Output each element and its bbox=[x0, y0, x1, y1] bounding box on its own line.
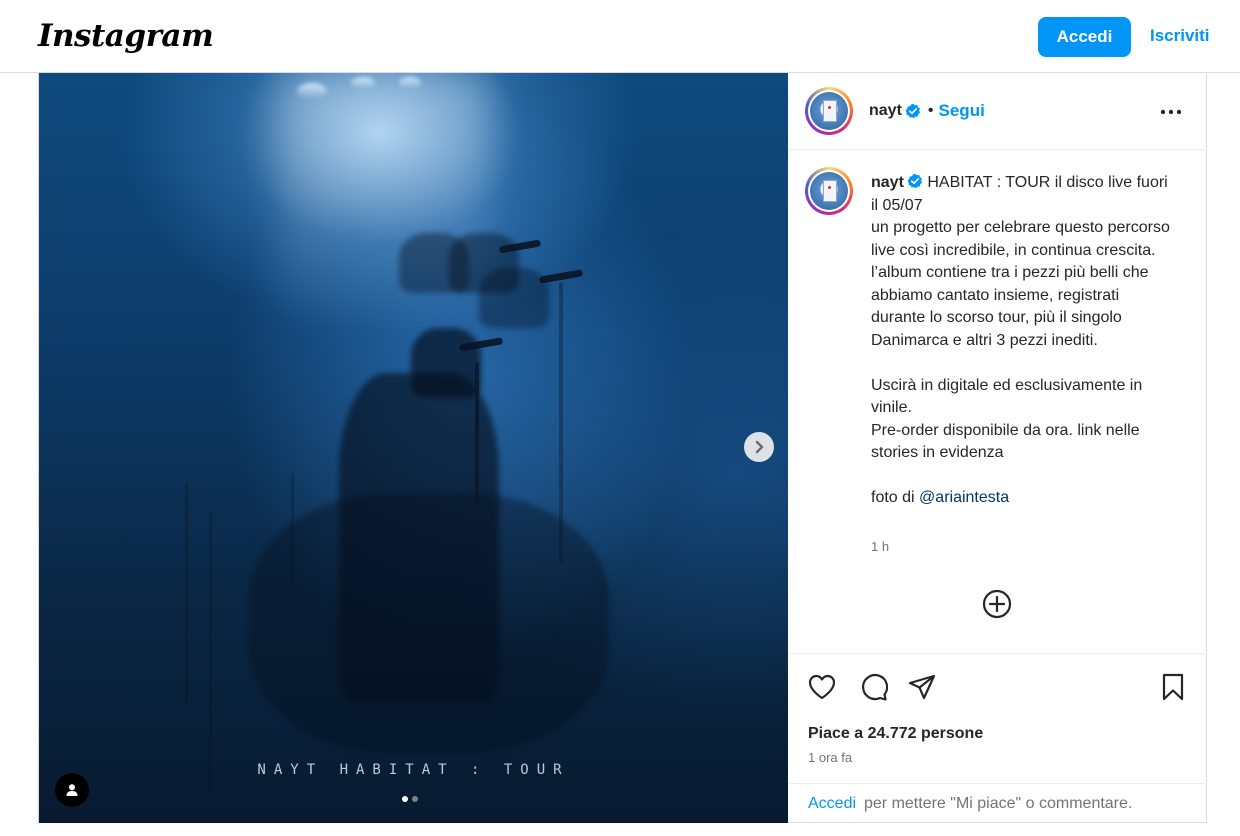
mic-stand bbox=[291, 473, 294, 613]
microphone bbox=[538, 269, 584, 284]
avatar-image bbox=[810, 92, 848, 130]
bookmark-icon[interactable] bbox=[1158, 672, 1188, 702]
instagram-logo[interactable]: Instagram bbox=[38, 18, 214, 54]
caption-section: nayt HABITAT : TOUR il disco live fuori … bbox=[788, 150, 1207, 653]
login-button[interactable]: Accedi bbox=[1038, 17, 1131, 57]
comment-login-link[interactable]: Accedi bbox=[808, 795, 856, 813]
author-username[interactable]: nayt bbox=[869, 102, 902, 120]
post-time-ago[interactable]: 1 ora fa bbox=[808, 750, 852, 765]
chevron-right-icon bbox=[755, 440, 764, 454]
performer-silhouette bbox=[479, 268, 549, 328]
carousel-indicator bbox=[402, 796, 418, 802]
caption-line: Uscirà in digitale ed esclusivamente in … bbox=[871, 376, 1143, 417]
avatar-image bbox=[810, 172, 848, 210]
credit-mention-link[interactable]: @ariaintesta bbox=[919, 489, 1009, 506]
caption-line: Pre-order disponibile da ora. link nelle… bbox=[871, 421, 1140, 462]
carousel-dot-active bbox=[402, 796, 408, 802]
next-slide-button[interactable] bbox=[744, 432, 774, 462]
likes-count[interactable]: Piace a 24.772 persone bbox=[808, 725, 983, 743]
light-ray bbox=[279, 73, 489, 333]
mic-stand bbox=[185, 483, 188, 703]
more-options-button[interactable] bbox=[1160, 101, 1182, 123]
more-horizontal-icon bbox=[1160, 109, 1182, 115]
top-navigation-bar: Instagram Accedi Iscriviti bbox=[0, 0, 1240, 73]
follow-button[interactable]: Segui bbox=[939, 101, 985, 121]
post-actions: Piace a 24.772 persone 1 ora fa bbox=[788, 653, 1207, 783]
separator-dot: • bbox=[927, 102, 934, 119]
post-side-panel: nayt • Segui nayt HABITAT: TOUR il disc… bbox=[788, 73, 1207, 823]
caption-username[interactable]: nayt bbox=[871, 174, 904, 191]
photo-credit: foto di @ariaintesta bbox=[871, 487, 1176, 510]
send-icon[interactable] bbox=[907, 672, 937, 702]
comment-prompt-text: per mettere "Mi piace" o commentare. bbox=[864, 795, 1133, 812]
verified-badge-icon bbox=[905, 103, 920, 119]
performer-shadow bbox=[249, 493, 609, 753]
caption-avatar[interactable] bbox=[805, 167, 853, 215]
circle-plus-icon bbox=[982, 589, 1012, 619]
tagged-users-button[interactable] bbox=[55, 773, 89, 807]
mic-stand bbox=[209, 513, 212, 793]
media-overlay-text: NAYT HABITAT : TOUR bbox=[257, 762, 570, 778]
caption-timestamp: 1 h bbox=[871, 539, 890, 554]
comment-icon[interactable] bbox=[858, 672, 888, 702]
carousel-dot bbox=[412, 796, 418, 802]
user-icon bbox=[66, 784, 78, 796]
mic-stand bbox=[475, 363, 479, 503]
mic-stand bbox=[559, 283, 563, 563]
heart-icon[interactable] bbox=[807, 672, 837, 702]
author-info: nayt • Segui bbox=[869, 101, 985, 121]
post-media[interactable]: NAYT HABITAT : TOUR bbox=[39, 73, 788, 823]
caption-text: nayt HABITAT : TOUR il disco live fuori … bbox=[871, 172, 1176, 510]
post-header: nayt • Segui bbox=[788, 73, 1207, 150]
verified-badge-icon bbox=[907, 173, 922, 189]
credit-prefix: foto di bbox=[871, 489, 915, 506]
comment-login-prompt: Accedi per mettere "Mi piace" o commenta… bbox=[788, 783, 1207, 823]
load-more-comments-button[interactable] bbox=[981, 588, 1013, 620]
author-avatar[interactable] bbox=[805, 87, 853, 135]
caption-line: un progetto per celebrare questo percors… bbox=[871, 219, 1170, 349]
signup-link[interactable]: Iscriviti bbox=[1150, 26, 1210, 46]
post-container: NAYT HABITAT : TOUR nayt • Segui nayt HA… bbox=[38, 73, 1207, 823]
